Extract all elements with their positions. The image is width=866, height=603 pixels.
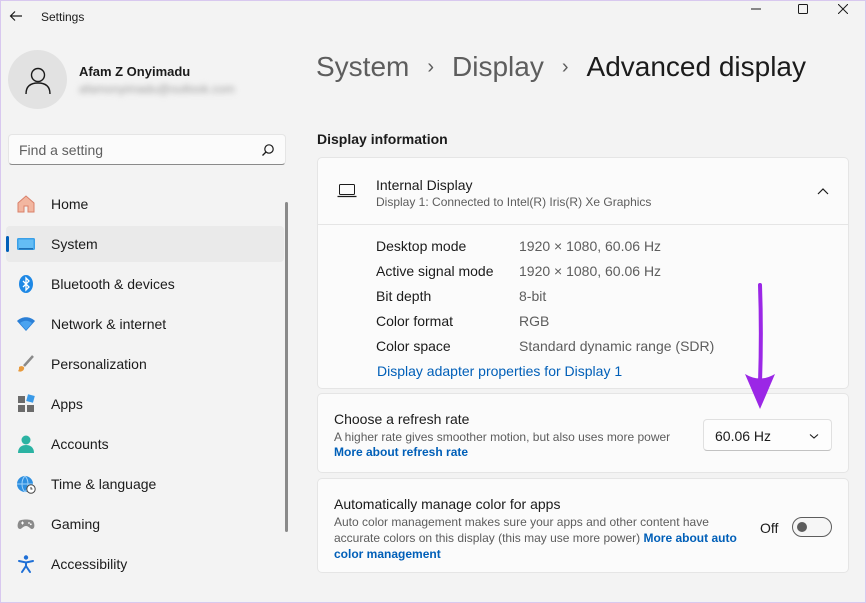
title-bar: Settings	[0, 0, 866, 32]
toggle-knob	[797, 522, 807, 532]
info-key: Color space	[376, 338, 451, 354]
refresh-rate-title: Choose a refresh rate	[334, 411, 470, 427]
apps-icon	[16, 394, 36, 414]
avatar[interactable]	[8, 50, 67, 109]
breadcrumb: System › Display › Advanced display	[316, 51, 806, 83]
breadcrumb-system[interactable]: System	[316, 51, 409, 83]
toggle-state-label: Off	[760, 520, 779, 536]
info-value: 8-bit	[519, 288, 547, 304]
accounts-icon	[16, 434, 36, 454]
sidebar-item-label: Gaming	[51, 516, 101, 532]
sidebar-item-network[interactable]: Network & internet	[6, 306, 284, 342]
sidebar-item-label: Bluetooth & devices	[51, 276, 175, 292]
refresh-rate-dropdown[interactable]: 60.06 Hz	[703, 419, 832, 451]
sidebar-nav: Home System Bluetooth & devices Network …	[6, 186, 284, 586]
close-button[interactable]	[820, 0, 866, 18]
user-email: afamonyimadu@outlook.com	[79, 82, 235, 96]
section-title: Display information	[317, 131, 448, 147]
color-management-description: Auto color management makes sure your ap…	[334, 514, 754, 562]
annotation-arrow-icon	[745, 283, 775, 409]
sidebar-item-apps[interactable]: Apps	[6, 386, 284, 422]
sidebar-item-accounts[interactable]: Accounts	[6, 426, 284, 462]
person-icon	[24, 67, 51, 94]
info-key: Bit depth	[376, 288, 432, 304]
color-management-title: Automatically manage color for apps	[334, 496, 561, 512]
sidebar-item-home[interactable]: Home	[6, 186, 284, 222]
breadcrumb-separator: ›	[561, 55, 569, 78]
app-title: Settings	[41, 10, 85, 24]
info-value: Standard dynamic range (SDR)	[519, 338, 715, 354]
sidebar-item-label: Network & internet	[51, 316, 167, 332]
minimize-button[interactable]	[733, 0, 779, 18]
sidebar-item-label: Time & language	[51, 476, 157, 492]
page-title: Advanced display	[586, 51, 806, 82]
info-key: Desktop mode	[376, 238, 467, 254]
refresh-rate-value: 60.06 Hz	[715, 428, 772, 444]
display-card-header[interactable]: Internal Display Display 1: Connected to…	[318, 158, 848, 225]
info-row: Desktop mode 1920 × 1080, 60.06 Hz	[376, 236, 816, 261]
sidebar-item-label: Apps	[51, 396, 83, 412]
back-arrow-icon	[9, 11, 22, 21]
sidebar-item-label: Accessibility	[51, 556, 128, 572]
maximize-icon	[798, 4, 808, 14]
wifi-icon	[16, 314, 36, 334]
user-name: Afam Z Onyimadu	[79, 64, 191, 79]
info-value: 1920 × 1080, 60.06 Hz	[519, 238, 662, 254]
sidebar-item-system[interactable]: System	[6, 226, 284, 262]
accessibility-icon	[16, 554, 36, 574]
display-connection: Display 1: Connected to Intel(R) Iris(R)…	[376, 195, 652, 209]
sidebar-item-label: System	[51, 236, 98, 252]
back-button[interactable]	[6, 6, 26, 26]
refresh-rate-help-link[interactable]: More about refresh rate	[334, 445, 468, 459]
info-key: Active signal mode	[376, 263, 494, 279]
bluetooth-icon	[16, 274, 36, 294]
breadcrumb-display[interactable]: Display	[452, 51, 544, 83]
info-value: 1920 × 1080, 60.06 Hz	[519, 263, 662, 279]
color-management-toggle[interactable]	[792, 517, 832, 537]
sidebar-item-gaming[interactable]: Gaming	[6, 506, 284, 542]
color-management-card: Automatically manage color for apps Auto…	[317, 478, 849, 573]
home-icon	[16, 194, 36, 214]
search-icon[interactable]	[261, 143, 275, 157]
sidebar-item-bluetooth[interactable]: Bluetooth & devices	[6, 266, 284, 302]
collapse-button[interactable]	[814, 182, 832, 200]
sidebar-item-label: Personalization	[51, 356, 147, 372]
sidebar-item-label: Accounts	[51, 436, 109, 452]
system-icon	[16, 234, 36, 254]
laptop-icon	[337, 184, 357, 198]
display-adapter-properties-link[interactable]: Display adapter properties for Display 1	[377, 363, 622, 379]
display-name: Internal Display	[376, 177, 473, 193]
search-box	[8, 134, 286, 165]
gamepad-icon	[16, 514, 36, 534]
search-input[interactable]	[9, 135, 249, 164]
sidebar-item-label: Home	[51, 196, 89, 212]
refresh-rate-description: A higher rate gives smoother motion, but…	[334, 430, 671, 444]
close-icon	[838, 4, 848, 14]
info-key: Color format	[376, 313, 454, 329]
globe-clock-icon	[16, 474, 36, 494]
minimize-icon	[751, 8, 761, 10]
sidebar-item-time-language[interactable]: Time & language	[6, 466, 284, 502]
chevron-down-icon	[809, 434, 819, 439]
breadcrumb-separator: ›	[427, 55, 435, 78]
sidebar-scrollbar[interactable]	[285, 202, 288, 532]
info-value: RGB	[519, 313, 550, 329]
brush-icon	[16, 354, 36, 374]
sidebar-item-accessibility[interactable]: Accessibility	[6, 546, 284, 582]
chevron-up-icon	[817, 188, 829, 195]
sidebar-item-personalization[interactable]: Personalization	[6, 346, 284, 382]
